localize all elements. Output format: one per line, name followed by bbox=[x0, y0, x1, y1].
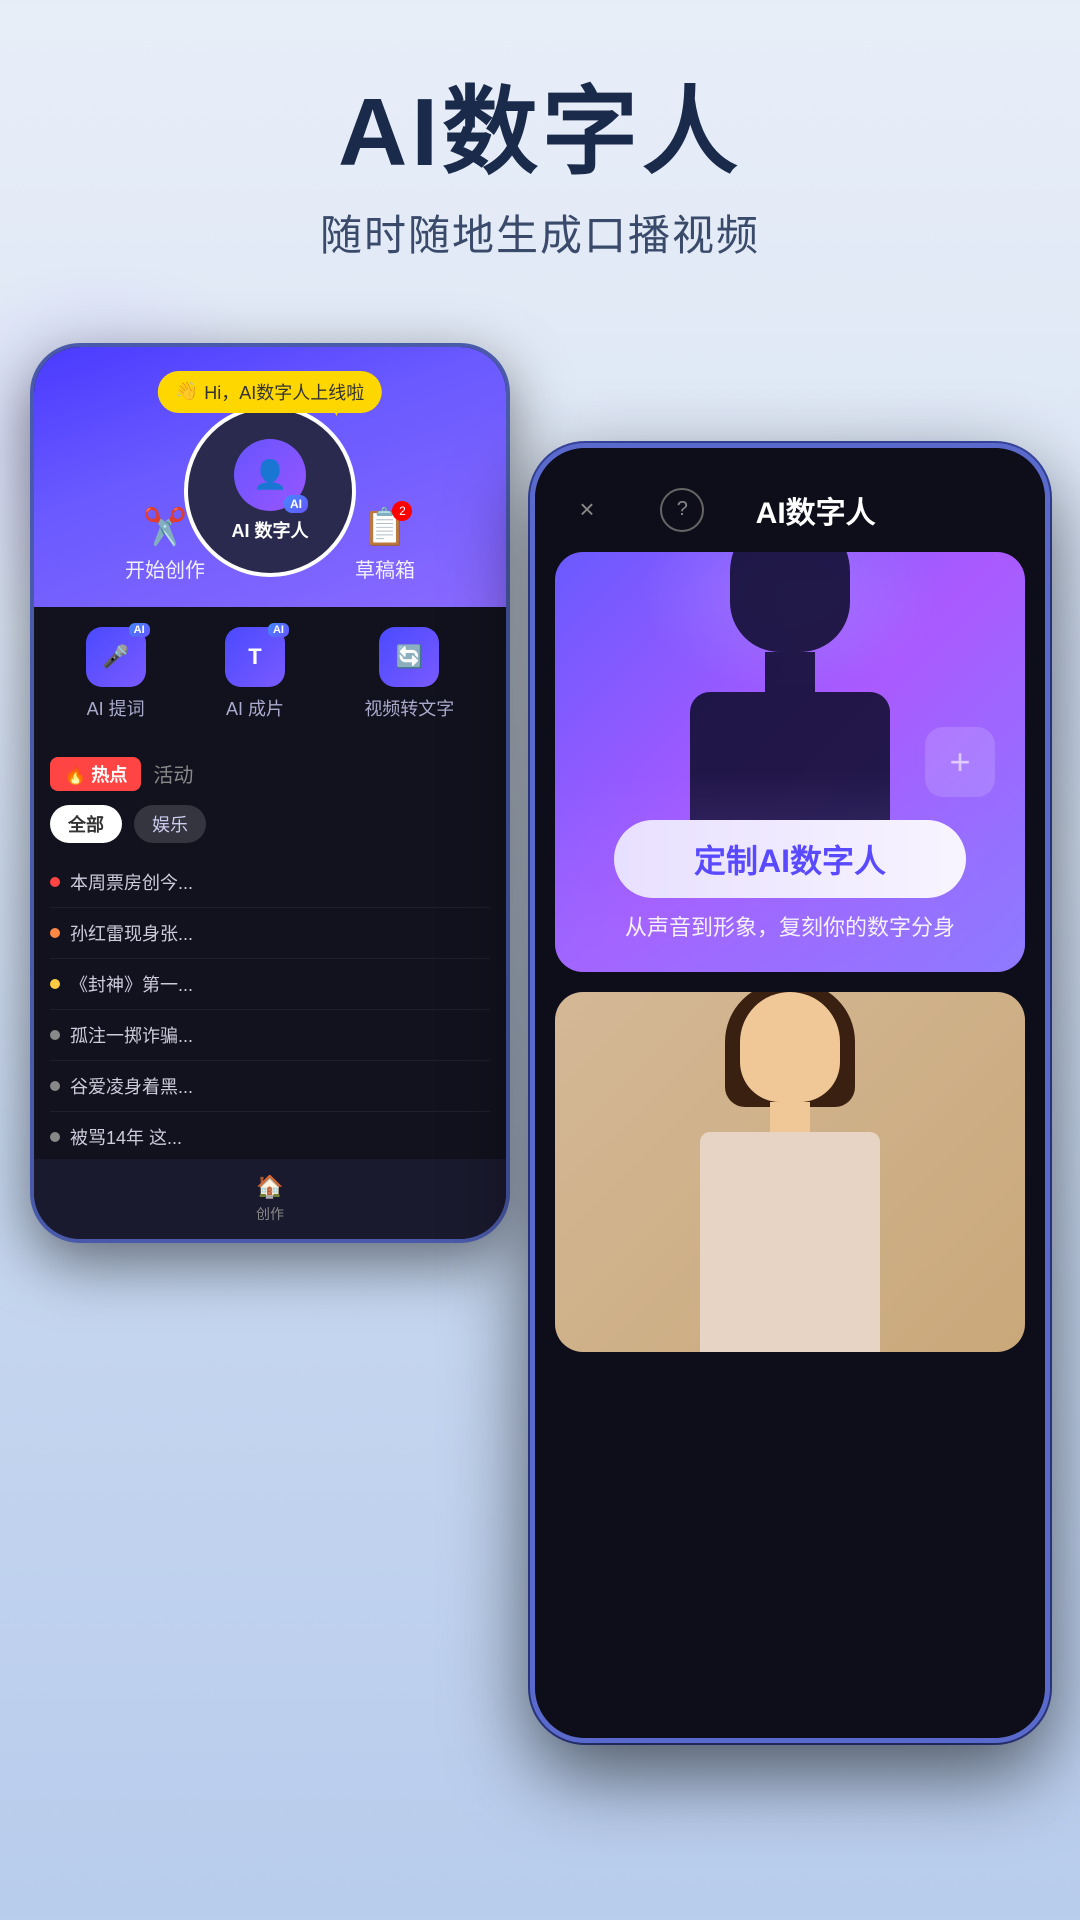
hot-badge: 🔥 热点 bbox=[50, 757, 141, 791]
hot-text-5: 谷爱凌身着黑... bbox=[70, 1073, 193, 1099]
person-photo-card[interactable] bbox=[555, 992, 1025, 1352]
phone-back: 👋 Hi，AI数字人上线啦 ✦ 👤 AI AI 数字人 ✂️ bbox=[30, 343, 510, 1243]
tool-video-to-text[interactable]: 🔄 视频转文字 bbox=[364, 627, 454, 721]
phone-front: × ? AI数字人 + 定 bbox=[530, 443, 1050, 1743]
video-to-text-icon: 🔄 bbox=[379, 627, 439, 687]
filter-entertainment[interactable]: 娱乐 bbox=[134, 805, 206, 843]
hot-dot-6 bbox=[50, 1132, 60, 1142]
ai-prompt-label: AI 提词 bbox=[87, 695, 145, 721]
home-icon: 🏠 bbox=[256, 1174, 283, 1200]
notification-emoji: 👋 bbox=[176, 381, 198, 402]
hot-dot-4 bbox=[50, 1030, 60, 1040]
digital-human-card[interactable]: + 定制AI数字人 从声音到形象，复刻你的数字分身 bbox=[555, 552, 1025, 972]
nav-create[interactable]: 🏠 创作 bbox=[256, 1174, 284, 1224]
ai-prompt-badge: AI bbox=[129, 623, 150, 637]
ai-badge: AI bbox=[284, 495, 308, 513]
hot-item-6[interactable]: 被骂14年 这... bbox=[50, 1112, 490, 1163]
action-draft[interactable]: 📋 2 草稿箱 bbox=[355, 506, 415, 583]
action-draft-label: 草稿箱 bbox=[355, 554, 415, 583]
hero-subtitle: 随时随地生成口播视频 bbox=[0, 202, 1080, 263]
filter-all[interactable]: 全部 bbox=[50, 805, 122, 843]
ai-video-label: AI 成片 bbox=[226, 695, 284, 721]
woman-hair bbox=[725, 992, 855, 1107]
hot-item-5[interactable]: 谷爱凌身着黑... bbox=[50, 1061, 490, 1112]
hot-item-2[interactable]: 孙红雷现身张... bbox=[50, 908, 490, 959]
woman-figure bbox=[700, 992, 880, 1352]
hot-text-3: 《封神》第一... bbox=[70, 971, 193, 997]
hero-title: AI数字人 bbox=[0, 80, 1080, 186]
action-create-label: 开始创作 bbox=[125, 554, 205, 583]
hot-dot-2 bbox=[50, 928, 60, 938]
tool-ai-prompt[interactable]: 🎤 AI AI 提词 bbox=[86, 627, 146, 721]
ai-video-badge: AI bbox=[268, 623, 289, 637]
hot-list: 本周票房创今... 孙红雷现身张... 《封神》第一... 孤注一掷诈骗... bbox=[50, 857, 490, 1163]
woman-body bbox=[700, 1132, 880, 1352]
woman-neck bbox=[770, 1102, 810, 1132]
hot-dot-5 bbox=[50, 1081, 60, 1091]
hot-dot-1 bbox=[50, 877, 60, 887]
close-button[interactable]: × bbox=[565, 488, 609, 532]
silhouette-neck bbox=[765, 652, 815, 692]
pb-tools-row: 🎤 AI AI 提词 T AI AI 成片 🔄 视频转文字 bbox=[34, 607, 506, 741]
pb-hot-header: 🔥 热点 活动 bbox=[50, 757, 490, 791]
hot-item-3[interactable]: 《封神》第一... bbox=[50, 959, 490, 1010]
pb-hot-section: 🔥 热点 活动 全部 娱乐 本周票房创今... 孙红雷现身张... bbox=[34, 741, 506, 1179]
activity-tab[interactable]: 活动 bbox=[153, 759, 193, 788]
hot-dot-3 bbox=[50, 979, 60, 989]
hot-text-2: 孙红雷现身张... bbox=[70, 920, 193, 946]
ai-circle[interactable]: ✦ 👤 AI AI 数字人 bbox=[184, 405, 356, 577]
notification-bubble: 👋 Hi，AI数字人上线啦 bbox=[158, 371, 382, 413]
phone-notch bbox=[725, 448, 855, 480]
notification-text: Hi，AI数字人上线啦 bbox=[204, 379, 364, 405]
person-photo bbox=[555, 992, 1025, 1352]
pb-filter-row: 全部 娱乐 bbox=[50, 805, 490, 843]
ai-avatar: 👤 AI bbox=[234, 439, 306, 511]
silhouette-head bbox=[730, 552, 850, 652]
ai-circle-label: AI 数字人 bbox=[231, 517, 308, 543]
card-description: 从声音到形象，复刻你的数字分身 bbox=[625, 910, 955, 942]
tool-ai-video[interactable]: T AI AI 成片 bbox=[225, 627, 285, 721]
pb-bottom-nav: 🏠 创作 bbox=[34, 1159, 506, 1239]
nav-create-label: 创作 bbox=[256, 1204, 284, 1224]
scissors-icon: ✂️ bbox=[143, 506, 188, 548]
phones-container: 👋 Hi，AI数字人上线啦 ✦ 👤 AI AI 数字人 ✂️ bbox=[0, 323, 1080, 1863]
pf-title: AI数字人 bbox=[756, 488, 876, 532]
help-button[interactable]: ? bbox=[660, 488, 704, 532]
pb-top-gradient: 👋 Hi，AI数字人上线啦 ✦ 👤 AI AI 数字人 ✂️ bbox=[34, 347, 506, 607]
hot-text-1: 本周票房创今... bbox=[70, 869, 193, 895]
video-to-text-label: 视频转文字 bbox=[364, 695, 454, 721]
hot-text-4: 孤注一掷诈骗... bbox=[70, 1022, 193, 1048]
avatar-person-icon: 👤 bbox=[253, 458, 288, 491]
hot-item-1[interactable]: 本周票房创今... bbox=[50, 857, 490, 908]
draft-badge: 2 bbox=[392, 501, 412, 521]
woman-head bbox=[740, 992, 840, 1102]
hero-section: AI数字人 随时随地生成口播视频 bbox=[0, 0, 1080, 303]
customize-cta-button[interactable]: 定制AI数字人 bbox=[614, 820, 966, 898]
hot-text-6: 被骂14年 这... bbox=[70, 1124, 182, 1150]
hot-item-4[interactable]: 孤注一掷诈骗... bbox=[50, 1010, 490, 1061]
